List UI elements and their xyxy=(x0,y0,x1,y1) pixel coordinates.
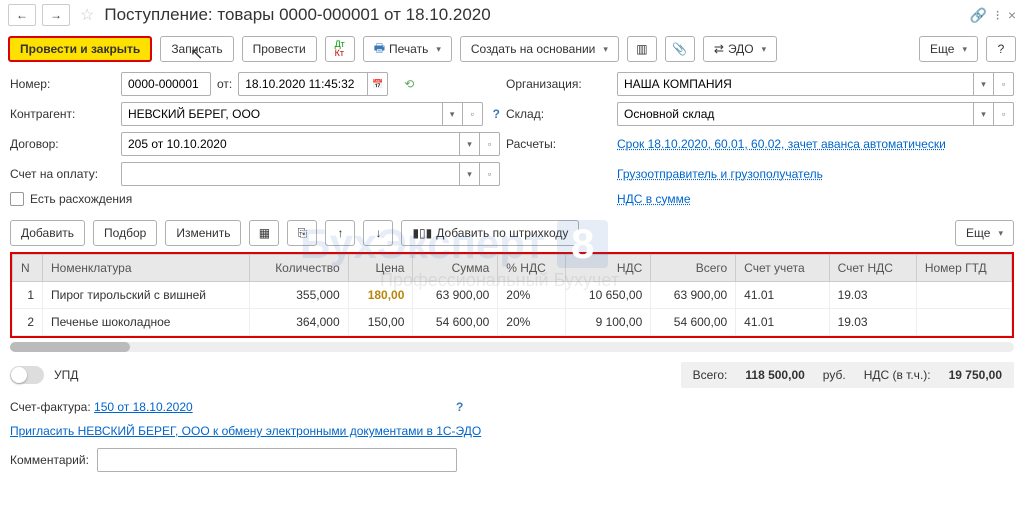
barcode-button[interactable]: ▮▯▮Добавить по штрихкоду xyxy=(401,220,579,246)
col-gtd[interactable]: Номер ГТД xyxy=(916,255,1011,282)
favorite-icon[interactable]: ☆ xyxy=(80,5,94,25)
invoice-label: Счет на оплату: xyxy=(10,167,115,181)
table-row[interactable]: 1Пирог тирольский с вишней355,000180,006… xyxy=(13,282,1012,309)
invoice-fact-link[interactable]: 150 от 18.10.2020 xyxy=(94,400,193,414)
help-button[interactable]: ? xyxy=(986,36,1016,62)
nav-forward-button[interactable]: → xyxy=(42,4,70,26)
contract-label: Договор: xyxy=(10,137,115,151)
print-button[interactable]: 🖶Печать xyxy=(363,36,452,62)
create-based-button[interactable]: Создать на основании xyxy=(460,36,619,62)
link-icon[interactable]: 🔗 xyxy=(970,7,987,24)
refresh-icon[interactable]: ⟲ xyxy=(404,77,414,91)
col-vat-pct[interactable]: % НДС xyxy=(498,255,566,282)
move-up-button[interactable]: ↑ xyxy=(325,220,355,246)
org-dropdown-button[interactable]: ▾ xyxy=(974,72,994,96)
post-and-close-button[interactable]: Провести и закрыть xyxy=(8,36,152,62)
table-row[interactable]: 2Печенье шоколадное364,000150,0054 600,0… xyxy=(13,309,1012,336)
counterparty-input[interactable] xyxy=(121,102,443,126)
more-button[interactable]: Еще xyxy=(919,36,978,62)
org-input[interactable] xyxy=(617,72,974,96)
counterparty-help-icon[interactable]: ? xyxy=(493,107,500,121)
settings-icon[interactable]: ⁝ xyxy=(995,7,999,24)
discrepancy-checkbox[interactable] xyxy=(10,192,24,206)
col-vat[interactable]: НДС xyxy=(566,255,651,282)
register-button[interactable]: ▥ xyxy=(627,36,657,62)
items-table[interactable]: N Номенклатура Количество Цена Сумма % Н… xyxy=(10,252,1014,338)
number-label: Номер: xyxy=(10,77,115,91)
add-row-button[interactable]: Добавить xyxy=(10,220,85,246)
copy-button[interactable]: ⎘ xyxy=(287,220,317,246)
upd-label: УПД xyxy=(54,368,78,382)
fill-button[interactable]: ▦ xyxy=(249,220,279,246)
move-down-button[interactable]: ↓ xyxy=(363,220,393,246)
save-button[interactable]: Записать xyxy=(160,36,233,62)
col-total[interactable]: Всего xyxy=(651,255,736,282)
counterparty-open-button[interactable]: ▫ xyxy=(463,102,483,126)
date-input[interactable] xyxy=(238,72,368,96)
edit-row-button[interactable]: Изменить xyxy=(165,220,241,246)
warehouse-dropdown-button[interactable]: ▾ xyxy=(974,102,994,126)
comment-label: Комментарий: xyxy=(10,453,89,467)
close-icon[interactable]: × xyxy=(1008,7,1016,23)
col-vat-account[interactable]: Счет НДС xyxy=(829,255,916,282)
edo-button[interactable]: ⇄ЭДО xyxy=(703,36,777,62)
horizontal-scrollbar[interactable] xyxy=(10,342,1014,352)
invoice-input[interactable] xyxy=(121,162,460,186)
invoice-dropdown-button[interactable]: ▾ xyxy=(460,162,480,186)
dtkt-button[interactable]: ДтКт xyxy=(325,36,355,62)
counterparty-label: Контрагент: xyxy=(10,107,115,121)
printer-icon: 🖶 xyxy=(374,39,385,60)
contract-dropdown-button[interactable]: ▾ xyxy=(460,132,480,156)
col-qty[interactable]: Количество xyxy=(250,255,348,282)
org-label: Организация: xyxy=(506,77,611,91)
edo-invite-link[interactable]: Пригласить НЕВСКИЙ БЕРЕГ, ООО к обмену э… xyxy=(10,424,481,438)
warehouse-open-button[interactable]: ▫ xyxy=(994,102,1014,126)
nav-back-button[interactable]: ← xyxy=(8,4,36,26)
contract-input[interactable] xyxy=(121,132,460,156)
warehouse-label: Склад: xyxy=(506,107,611,121)
attach-button[interactable]: 📎 xyxy=(665,36,695,62)
totals-box: Всего: 118 500,00 руб. НДС (в т.ч.): 19 … xyxy=(681,362,1014,388)
org-open-button[interactable]: ▫ xyxy=(994,72,1014,96)
shipper-link[interactable]: Грузоотправитель и грузополучатель xyxy=(617,167,823,181)
settlements-label: Расчеты: xyxy=(506,137,611,151)
invoice-fact-label: Счет-фактура: xyxy=(10,400,91,414)
barcode-icon: ▮▯▮ xyxy=(412,226,432,240)
col-sum[interactable]: Сумма xyxy=(413,255,498,282)
warehouse-input[interactable] xyxy=(617,102,974,126)
settlements-link[interactable]: Срок 18.10.2020, 60.01, 60.02, зачет ава… xyxy=(617,137,946,151)
contract-open-button[interactable]: ▫ xyxy=(480,132,500,156)
comment-input[interactable] xyxy=(97,448,457,472)
col-account[interactable]: Счет учета xyxy=(736,255,829,282)
table-more-button[interactable]: Еще xyxy=(955,220,1014,246)
col-n[interactable]: N xyxy=(13,255,43,282)
discrepancy-label: Есть расхождения xyxy=(30,192,132,206)
edo-icon: ⇄ xyxy=(714,42,724,56)
number-input[interactable] xyxy=(121,72,211,96)
col-price[interactable]: Цена xyxy=(348,255,413,282)
window-title: Поступление: товары 0000-000001 от 18.10… xyxy=(104,5,964,25)
pick-button[interactable]: Подбор xyxy=(93,220,157,246)
vat-link[interactable]: НДС в сумме xyxy=(617,192,691,206)
col-item[interactable]: Номенклатура xyxy=(43,255,250,282)
post-button[interactable]: Провести xyxy=(242,36,317,62)
invoice-fact-help-icon[interactable]: ? xyxy=(456,400,463,414)
invoice-open-button[interactable]: ▫ xyxy=(480,162,500,186)
upd-toggle[interactable] xyxy=(10,366,44,384)
calendar-button[interactable]: 📅 xyxy=(368,72,388,96)
counterparty-dropdown-button[interactable]: ▾ xyxy=(443,102,463,126)
from-label: от: xyxy=(217,77,232,91)
